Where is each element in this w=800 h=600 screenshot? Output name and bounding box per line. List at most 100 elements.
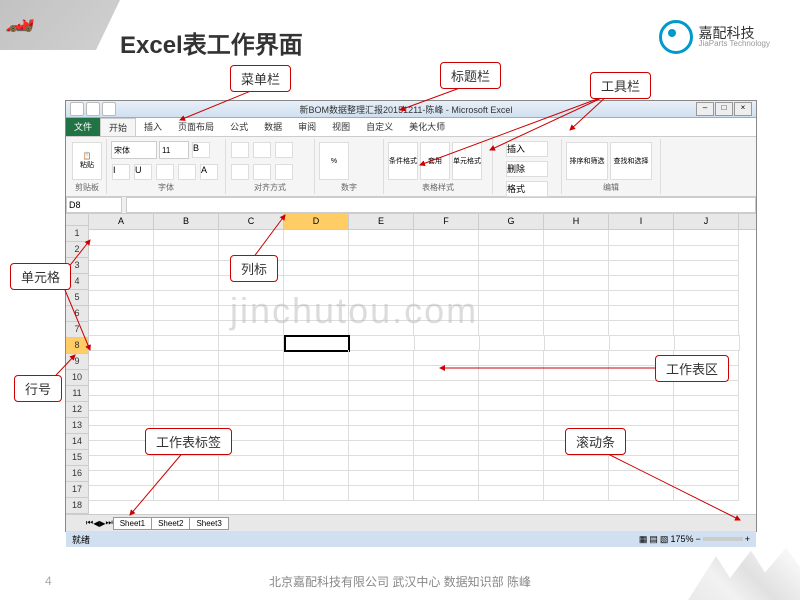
cell-G6[interactable]	[479, 305, 544, 321]
zoom-slider[interactable]	[703, 537, 743, 541]
cell-B16[interactable]	[154, 455, 219, 471]
cell-D1[interactable]	[284, 230, 349, 246]
tab-insert[interactable]: 插入	[136, 118, 170, 136]
cell-F13[interactable]	[414, 410, 479, 426]
cell-E12[interactable]	[349, 395, 414, 411]
cell-C18[interactable]	[219, 485, 284, 501]
cell-F14[interactable]	[414, 425, 479, 441]
cell-E5[interactable]	[349, 290, 414, 306]
cell-J11[interactable]	[674, 380, 739, 396]
col-header-F[interactable]: F	[414, 214, 479, 229]
cell-J3[interactable]	[674, 260, 739, 276]
cell-E13[interactable]	[349, 410, 414, 426]
cell-B3[interactable]	[154, 260, 219, 276]
cell-G15[interactable]	[479, 440, 544, 456]
cell-F5[interactable]	[414, 290, 479, 306]
sheet-nav-last-icon[interactable]: ⏭	[106, 518, 113, 528]
col-header-C[interactable]: C	[219, 214, 284, 229]
paste-button[interactable]: 📋粘贴	[72, 142, 102, 180]
cell-I11[interactable]	[609, 380, 674, 396]
cell-D17[interactable]	[284, 470, 349, 486]
cell-I4[interactable]	[609, 275, 674, 291]
cell-E14[interactable]	[349, 425, 414, 441]
tab-review[interactable]: 审阅	[290, 118, 324, 136]
cell-F15[interactable]	[414, 440, 479, 456]
italic-button[interactable]: I	[112, 164, 130, 180]
row-header-9[interactable]: 9	[66, 354, 88, 370]
col-header-D[interactable]: D	[284, 214, 349, 229]
align-mid-button[interactable]	[253, 142, 271, 158]
cell-F12[interactable]	[414, 395, 479, 411]
name-box[interactable]: D8	[66, 197, 122, 213]
row-header-14[interactable]: 14	[66, 434, 88, 450]
cell-F2[interactable]	[414, 245, 479, 261]
cell-H13[interactable]	[544, 410, 609, 426]
cell-F4[interactable]	[414, 275, 479, 291]
formula-bar[interactable]	[126, 197, 756, 213]
font-size-select[interactable]	[159, 141, 189, 159]
qat-save-icon[interactable]	[70, 102, 84, 116]
cell-E3[interactable]	[349, 260, 414, 276]
number-format-button[interactable]: %	[319, 142, 349, 180]
cell-F1[interactable]	[414, 230, 479, 246]
cell-I2[interactable]	[609, 245, 674, 261]
cell-C7[interactable]	[219, 320, 284, 336]
tab-layout[interactable]: 页面布局	[170, 118, 222, 136]
qat-redo-icon[interactable]	[102, 102, 116, 116]
cell-G4[interactable]	[479, 275, 544, 291]
row-header-10[interactable]: 10	[66, 370, 88, 386]
view-break-icon[interactable]: ▧	[660, 534, 669, 545]
close-button[interactable]: ×	[734, 102, 752, 116]
cell-C12[interactable]	[219, 395, 284, 411]
cell-C16[interactable]	[219, 455, 284, 471]
cell-J13[interactable]	[674, 410, 739, 426]
cell-H18[interactable]	[544, 485, 609, 501]
sort-button[interactable]: 排序和筛选	[566, 142, 608, 180]
sheet-nav-first-icon[interactable]: ⏮	[86, 518, 93, 528]
col-header-J[interactable]: J	[674, 214, 739, 229]
cell-D12[interactable]	[284, 395, 349, 411]
cell-E4[interactable]	[349, 275, 414, 291]
cell-G7[interactable]	[479, 320, 544, 336]
row-header-17[interactable]: 17	[66, 482, 88, 498]
cell-A2[interactable]	[89, 245, 154, 261]
cell-G3[interactable]	[479, 260, 544, 276]
col-header-I[interactable]: I	[609, 214, 674, 229]
cell-E11[interactable]	[349, 380, 414, 396]
row-header-15[interactable]: 15	[66, 450, 88, 466]
cell-J14[interactable]	[674, 425, 739, 441]
cell-C9[interactable]	[219, 350, 284, 366]
cell-I1[interactable]	[609, 230, 674, 246]
row-header-12[interactable]: 12	[66, 402, 88, 418]
cell-H8[interactable]	[545, 335, 610, 351]
cell-J7[interactable]	[674, 320, 739, 336]
cell-F3[interactable]	[414, 260, 479, 276]
cell-J1[interactable]	[674, 230, 739, 246]
row-header-13[interactable]: 13	[66, 418, 88, 434]
cell-B6[interactable]	[154, 305, 219, 321]
tab-file[interactable]: 文件	[66, 118, 100, 136]
cell-H16[interactable]	[544, 455, 609, 471]
cell-C6[interactable]	[219, 305, 284, 321]
cell-D3[interactable]	[284, 260, 349, 276]
zoom-in-button[interactable]: +	[745, 534, 750, 544]
cell-A7[interactable]	[89, 320, 154, 336]
cell-E2[interactable]	[349, 245, 414, 261]
align-top-button[interactable]	[231, 142, 249, 158]
cell-I8[interactable]	[610, 335, 675, 351]
cell-A13[interactable]	[89, 410, 154, 426]
cell-B7[interactable]	[154, 320, 219, 336]
tab-custom[interactable]: 自定义	[358, 118, 401, 136]
align-center-button[interactable]	[253, 164, 271, 180]
cell-H4[interactable]	[544, 275, 609, 291]
cell-D4[interactable]	[284, 275, 349, 291]
cell-J8[interactable]	[675, 335, 740, 351]
cell-G9[interactable]	[479, 350, 544, 366]
cell-J5[interactable]	[674, 290, 739, 306]
cell-J2[interactable]	[674, 245, 739, 261]
qat-undo-icon[interactable]	[86, 102, 100, 116]
cell-I18[interactable]	[609, 485, 674, 501]
cell-C10[interactable]	[219, 365, 284, 381]
cell-G11[interactable]	[479, 380, 544, 396]
cell-G10[interactable]	[479, 365, 544, 381]
